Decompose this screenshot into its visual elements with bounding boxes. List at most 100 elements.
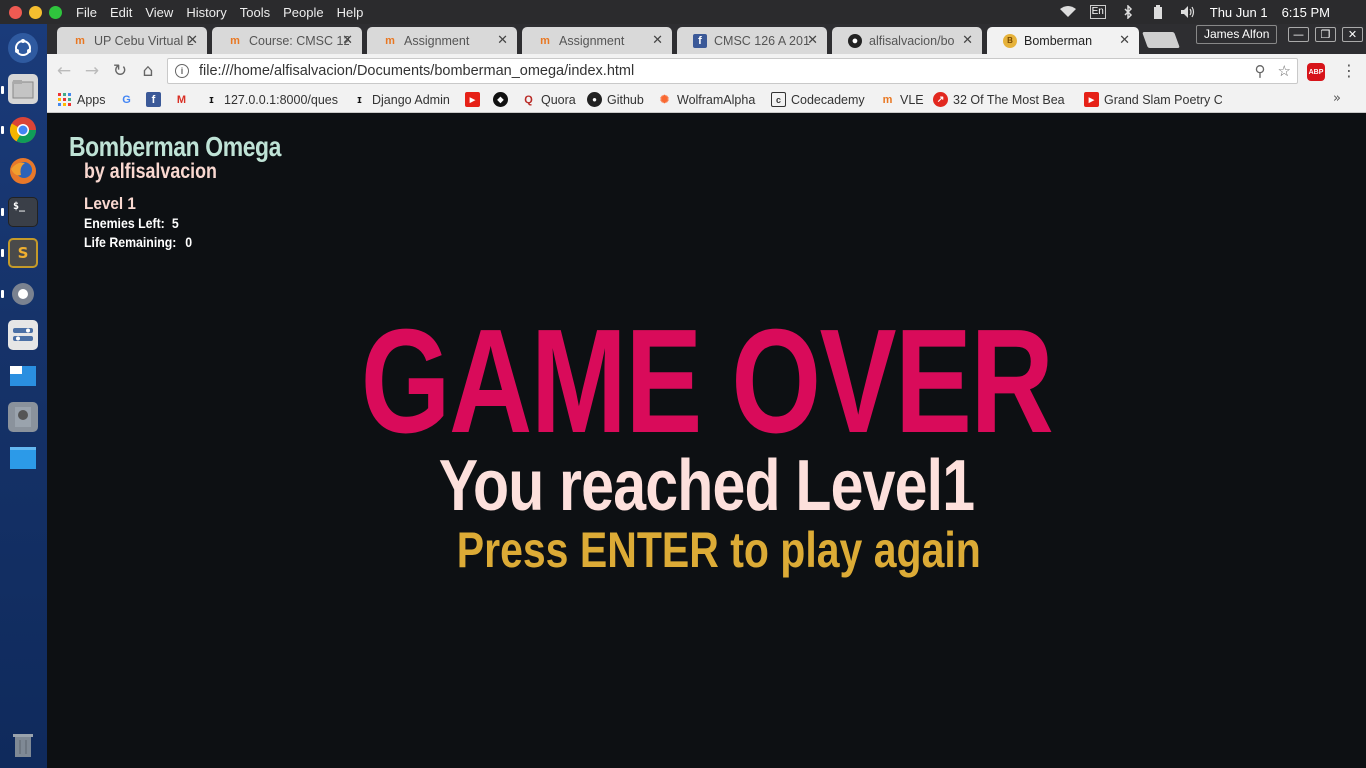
bookmark-label: Apps [77,92,106,107]
new-tab-button[interactable] [1142,32,1180,48]
tab-title: UP Cebu Virtual L [94,33,194,48]
firefox-icon[interactable] [8,156,38,186]
tab-assignment-2[interactable]: m Assignment ✕ [522,27,672,54]
close-icon[interactable]: ✕ [807,32,818,48]
life-label: Life Remaining: [84,234,177,250]
info-icon[interactable]: i [175,64,189,78]
close-button[interactable]: ✕ [1342,27,1363,42]
bookmark-github[interactable]: ● Github [587,92,644,107]
restore-button[interactable]: ❐ [1315,27,1336,42]
window-controls [9,5,62,19]
tab-up-cebu-virtual[interactable]: m UP Cebu Virtual L ✕ [57,27,207,54]
tab-bomberman-omega[interactable]: B Bomberman Om ✕ [987,27,1139,54]
wolfram-icon: ✺ [659,94,670,106]
adblock-plus-icon[interactable]: ABP [1307,63,1325,81]
bookmark-django-admin[interactable]: ɪ Django Admin [352,92,450,107]
home-icon[interactable]: ⌂ [137,60,159,82]
zoom-icon[interactable]: ⚲ [1255,62,1266,80]
reload-icon[interactable]: ↻ [109,60,131,82]
bookmark-apps[interactable]: Apps [57,92,106,107]
keyboard-layout-indicator[interactable]: En [1089,5,1106,19]
close-icon[interactable]: ✕ [1119,32,1130,48]
minimize-button[interactable]: — [1288,27,1309,42]
menu-edit[interactable]: Edit [110,5,132,20]
bookmark-quora[interactable]: Q Quora [521,92,576,107]
tab-course-cmsc[interactable]: m Course: CMSC 126 ✕ [212,27,362,54]
tab-title: Assignment [559,33,625,48]
tab-cmsc-126-facebook[interactable]: f CMSC 126 A 201 ✕ [677,27,827,54]
close-icon[interactable]: ✕ [342,32,353,48]
bookmark-google[interactable]: G [119,92,139,107]
disk-drive-icon[interactable] [8,402,38,432]
sublime-text-icon[interactable]: S [8,238,38,268]
tab-title: Course: CMSC 126 [249,33,349,48]
life-value: 0 [185,234,193,250]
google-icon: G [122,93,131,106]
game-viewport[interactable]: Bomberman Omega by alfisalvacion Level 1… [47,114,1366,768]
close-window-button[interactable] [9,5,22,19]
enemies-label: Enemies Left: [84,215,165,231]
tab-strip: m UP Cebu Virtual L ✕ m Course: CMSC 126… [47,24,1366,54]
system-toggle-icon[interactable] [8,320,38,350]
bookmark-label: 32 Of The Most Bea [953,92,1065,107]
browser-toolbar: ← → ↻ ⌂ i file:///home/alfisalvacion/Doc… [47,54,1366,88]
game-author: by alfisalvacion [84,160,217,183]
volume-icon[interactable] [1180,5,1196,19]
menu-kebab-icon[interactable]: ⋮ [1341,61,1357,80]
menu-file[interactable]: File [76,5,97,20]
tab-assignment-1[interactable]: m Assignment ✕ [367,27,517,54]
forward-arrow-icon[interactable]: → [81,60,103,82]
menu-view[interactable]: View [145,5,173,20]
bookmark-youtube[interactable]: ▶ [465,92,485,107]
django-icon: ɪ [357,93,362,106]
close-icon[interactable]: ✕ [652,32,663,48]
battery-icon[interactable] [1150,5,1166,19]
menu-tools[interactable]: Tools [240,5,270,20]
clock-date[interactable]: Thu Jun 1 [1210,5,1268,20]
clock-time[interactable]: 6:15 PM [1282,5,1330,20]
windows-manager-icon[interactable] [8,361,38,391]
files-icon[interactable] [8,74,38,104]
ubuntu-dash-icon[interactable] [8,33,38,63]
bookmark-localhost[interactable]: ɪ 127.0.0.1:8000/ques [204,92,338,107]
address-bar[interactable]: i file:///home/alfisalvacion/Documents/b… [167,58,1298,84]
bookmark-codecademy[interactable]: c Codecademy [771,92,865,107]
menu-history[interactable]: History [186,5,226,20]
menu-help[interactable]: Help [337,5,364,20]
wifi-icon[interactable] [1059,5,1076,19]
settings-gear-icon[interactable] [8,279,38,309]
trash-icon[interactable] [8,730,38,760]
reached-level-message: You reached Level1 [438,446,975,526]
profile-button[interactable]: James Alfon [1196,25,1278,44]
bookmark-facebook[interactable]: f [146,92,166,107]
close-icon[interactable]: ✕ [187,32,198,48]
system-menubar: File Edit View History Tools People Help… [0,0,1366,24]
bookmark-label: 127.0.0.1:8000/ques [224,92,338,107]
bookmark-vle[interactable]: m VLE [880,92,924,107]
hud-enemies-left: Enemies Left: 5 [84,215,179,231]
bookmarks-overflow-icon[interactable]: » [1333,91,1341,106]
close-icon[interactable]: ✕ [497,32,508,48]
close-icon[interactable]: ✕ [962,32,973,48]
maximize-window-button[interactable] [49,5,62,19]
hud-life-remaining: Life Remaining: 0 [84,234,192,250]
minimize-window-button[interactable] [29,5,42,19]
back-arrow-icon[interactable]: ← [53,60,75,82]
system-tray: En Thu Jun 1 6:15 PM [1059,0,1330,24]
bookmark-32-most-beautiful[interactable]: ↗ 32 Of The Most Bea [933,92,1071,107]
bookmark-wolframalpha[interactable]: ✺ WolframAlpha [657,92,755,107]
bluetooth-icon[interactable] [1120,5,1136,19]
codecademy-icon: c [771,92,786,107]
bookmark-grand-slam-poetry[interactable]: ▶ Grand Slam Poetry C [1084,92,1222,107]
bookmark-star-icon[interactable]: ☆ [1278,62,1291,80]
bookmarks-bar: Apps G f M ɪ 127.0.0.1:8000/ques ɪ Djang… [47,88,1366,113]
terminal-icon[interactable]: $_ [8,197,38,227]
chrome-icon[interactable] [8,115,38,145]
bookmark-gmail[interactable]: M [174,92,194,107]
moodle-icon: m [230,34,240,47]
bookmark-codepen[interactable]: ◆ [493,92,513,107]
menu-people[interactable]: People [283,5,323,20]
folder-icon[interactable] [8,443,38,473]
tab-github-repo[interactable]: ● alfisalvacion/bo ✕ [832,27,982,54]
url-text[interactable]: file:///home/alfisalvacion/Documents/bom… [199,63,634,79]
